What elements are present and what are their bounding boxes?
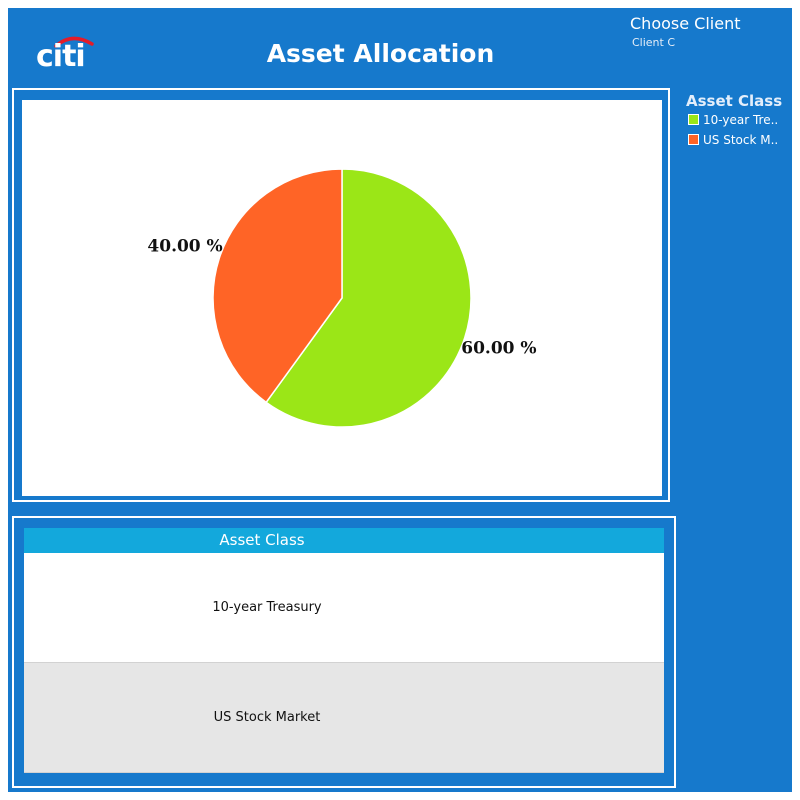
table-row[interactable]: 10-year Treasury	[24, 553, 664, 663]
asset-class-table: Asset Class 10-year Treasury US Stock Ma…	[24, 528, 664, 776]
citi-logo: citi	[34, 34, 104, 78]
table-row[interactable]: US Stock Market	[24, 663, 664, 773]
legend-title: Asset Class	[686, 92, 783, 110]
table-panel: Asset Class 10-year Treasury US Stock Ma…	[12, 516, 676, 788]
client-selector[interactable]: Client C	[632, 36, 675, 50]
table-header[interactable]: Asset Class	[24, 528, 664, 553]
pie-data-label: 40.00 %	[147, 237, 222, 257]
pie-chart: 60.00 % 40.00 %	[147, 168, 537, 428]
chart-panel: 60.00 % 40.00 %	[12, 88, 670, 502]
legend-swatch-treasury	[688, 114, 699, 125]
legend-label-stocks: US Stock M..	[703, 133, 779, 147]
table-cell: US Stock Market	[213, 710, 321, 725]
choose-client-label[interactable]: Choose Client	[630, 14, 760, 34]
pie-chart-area: 60.00 % 40.00 %	[22, 100, 662, 496]
legend-swatch-stocks	[688, 134, 699, 145]
legend-item-stocks[interactable]: US Stock M..	[688, 132, 792, 148]
page-title: Asset Allocation	[266, 39, 495, 68]
dashboard-frame: citi Asset Allocation Choose Client Clie…	[8, 8, 792, 792]
table-header-label: Asset Class	[219, 531, 305, 549]
legend-item-treasury[interactable]: 10-year Tre..	[688, 112, 792, 128]
table-cell: 10-year Treasury	[212, 600, 322, 615]
legend-label-treasury: 10-year Tre..	[703, 113, 779, 127]
pie-data-label: 60.00 %	[461, 338, 536, 358]
logo-text: citi	[36, 39, 86, 74]
chart-legend: Asset Class 10-year Tre.. US Stock M..	[682, 90, 792, 170]
